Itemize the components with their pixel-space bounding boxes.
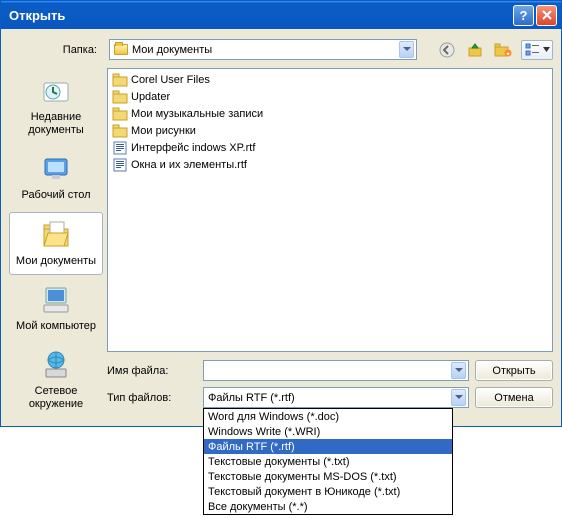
folder-icon bbox=[112, 90, 128, 104]
places-bar: Недавние документы Рабочий стол Мои доку… bbox=[9, 68, 103, 418]
lookin-row: Папка: Мои документы ✦ bbox=[9, 39, 553, 60]
window-title: Открыть bbox=[9, 8, 511, 23]
filetype-option[interactable]: Windows Write (*.WRI) bbox=[204, 424, 452, 439]
folder-item[interactable]: Updater bbox=[110, 88, 550, 105]
desktop-icon bbox=[40, 153, 72, 185]
toolbar: ✦ bbox=[437, 40, 553, 60]
place-label: Мой компьютер bbox=[16, 320, 96, 333]
file-name: Мои рисунки bbox=[131, 125, 196, 137]
close-icon bbox=[542, 10, 552, 20]
chevron-down-icon[interactable] bbox=[451, 389, 466, 406]
place-label: Недавние документы bbox=[12, 111, 100, 137]
folder-icon bbox=[112, 107, 128, 121]
computer-icon bbox=[40, 284, 72, 316]
filetype-option[interactable]: Word для Windows (*.doc) bbox=[204, 409, 452, 424]
chevron-down-icon[interactable] bbox=[451, 362, 466, 379]
place-desktop[interactable]: Рабочий стол bbox=[9, 146, 103, 209]
filename-label: Имя файла: bbox=[107, 365, 197, 377]
open-dialog: Открыть ? Папка: Мои документы ✦ bbox=[0, 0, 562, 427]
chevron-down-icon[interactable] bbox=[399, 41, 414, 58]
views-button[interactable] bbox=[521, 40, 553, 60]
rtf-icon bbox=[112, 141, 128, 155]
network-icon bbox=[40, 349, 72, 381]
filetype-label: Тип файлов: bbox=[107, 392, 197, 404]
filetype-option[interactable]: Файлы RTF (*.rtf) bbox=[204, 439, 452, 454]
folder-icon bbox=[114, 44, 128, 55]
new-folder-button[interactable]: ✦ bbox=[493, 40, 513, 60]
svg-text:✦: ✦ bbox=[505, 51, 510, 58]
file-name: Окна и их элементы.rtf bbox=[131, 159, 247, 171]
views-icon bbox=[525, 43, 541, 57]
file-name: Мои музыкальные записи bbox=[131, 108, 263, 120]
folder-icon bbox=[112, 124, 128, 138]
place-mydocs[interactable]: Мои документы bbox=[9, 212, 103, 275]
folder-item[interactable]: Мои рисунки bbox=[110, 122, 550, 139]
new-folder-icon: ✦ bbox=[494, 42, 512, 58]
mydocs-icon bbox=[40, 219, 72, 251]
filetype-combo[interactable]: Файлы RTF (*.rtf) bbox=[203, 387, 469, 408]
file-item[interactable]: Интерфейс indows XP.rtf bbox=[110, 139, 550, 156]
place-recent[interactable]: Недавние документы bbox=[9, 68, 103, 144]
up-icon bbox=[467, 42, 483, 58]
filetype-option[interactable]: Все документы (*.*) bbox=[204, 499, 452, 514]
place-network[interactable]: Сетевое окружение bbox=[9, 342, 103, 418]
folder-item[interactable]: Мои музыкальные записи bbox=[110, 105, 550, 122]
file-list[interactable]: Corel User Files Updater Мои музыкальные з… bbox=[107, 68, 553, 352]
file-name: Updater bbox=[131, 91, 170, 103]
back-button[interactable] bbox=[437, 40, 457, 60]
file-item[interactable]: Окна и их элементы.rtf bbox=[110, 156, 550, 173]
lookin-value: Мои документы bbox=[132, 44, 399, 56]
help-button[interactable]: ? bbox=[513, 5, 534, 26]
filetype-option[interactable]: Текстовые документы (*.txt) bbox=[204, 454, 452, 469]
folder-icon bbox=[112, 73, 128, 87]
open-button[interactable]: Открыть bbox=[475, 360, 553, 381]
file-name: Corel User Files bbox=[131, 74, 210, 86]
rtf-icon bbox=[112, 158, 128, 172]
back-icon bbox=[439, 42, 455, 58]
close-button[interactable] bbox=[536, 5, 557, 26]
file-name: Интерфейс indows XP.rtf bbox=[131, 142, 255, 154]
filetype-option[interactable]: Текстовые документы MS-DOS (*.txt) bbox=[204, 469, 452, 484]
filetype-option[interactable]: Текстовый документ в Юникоде (*.txt) bbox=[204, 484, 452, 499]
chevron-down-icon bbox=[543, 47, 550, 52]
cancel-button[interactable]: Отмена bbox=[475, 387, 553, 408]
filetype-dropdown[interactable]: Word для Windows (*.doc)Windows Write (*… bbox=[203, 408, 453, 515]
lookin-label: Папка: bbox=[9, 44, 103, 56]
filename-row: Имя файла: Открыть bbox=[107, 360, 553, 381]
filename-input[interactable] bbox=[203, 360, 469, 381]
lookin-combo[interactable]: Мои документы bbox=[109, 39, 417, 60]
place-label: Мои документы bbox=[16, 255, 96, 268]
up-button[interactable] bbox=[465, 40, 485, 60]
titlebar[interactable]: Открыть ? bbox=[1, 1, 561, 29]
place-label: Рабочий стол bbox=[21, 189, 90, 202]
filetype-row: Тип файлов: Файлы RTF (*.rtf) Отмена bbox=[107, 387, 553, 408]
recent-icon bbox=[40, 75, 72, 107]
place-mycomputer[interactable]: Мой компьютер bbox=[9, 277, 103, 340]
folder-item[interactable]: Corel User Files bbox=[110, 71, 550, 88]
place-label: Сетевое окружение bbox=[12, 385, 100, 411]
